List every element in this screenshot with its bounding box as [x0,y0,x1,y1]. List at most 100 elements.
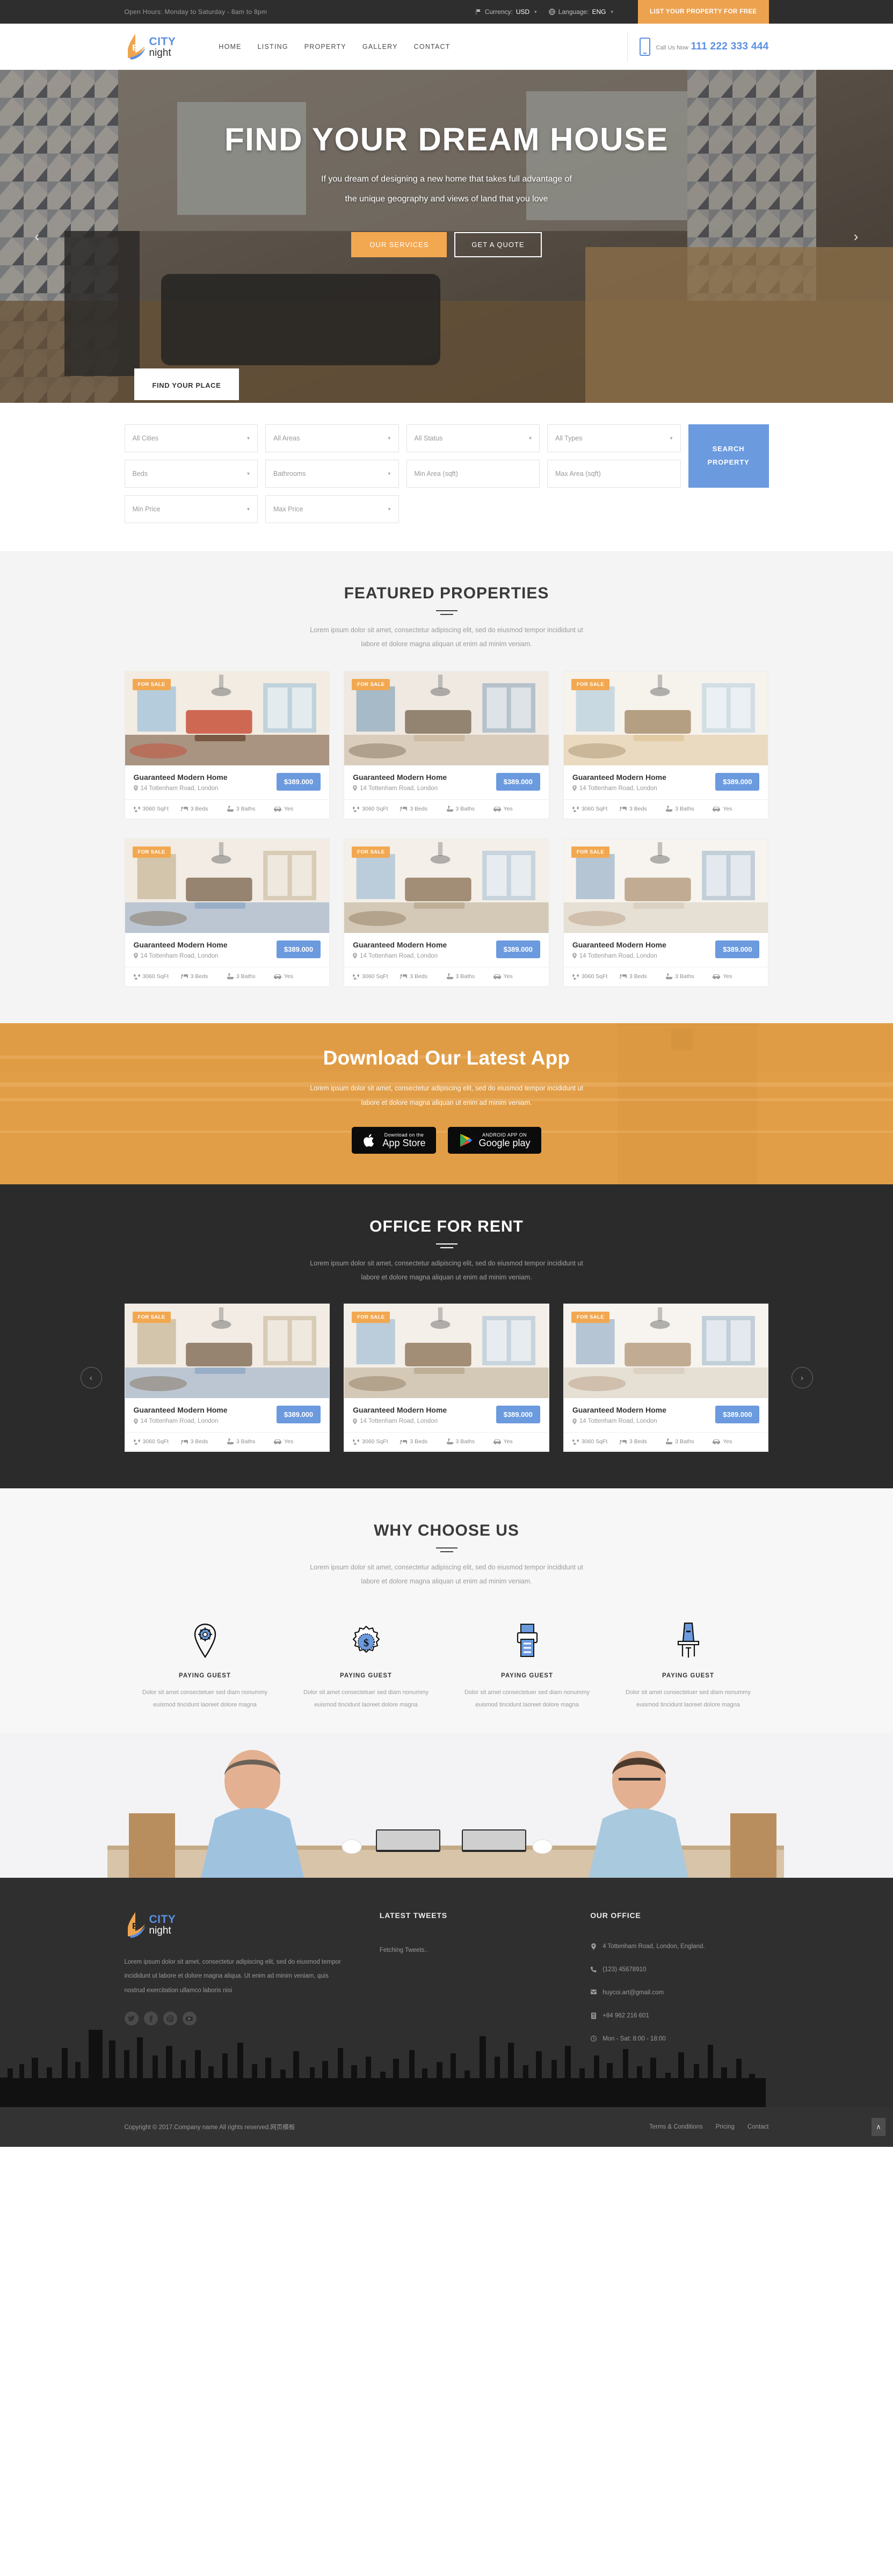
office-hours-text: Mon - Sat: 8:00 - 18:00 [602,2035,666,2042]
nav-item-property[interactable]: PROPERTY [304,43,346,50]
bath-icon [446,1438,453,1445]
location-icon [353,1418,358,1424]
property-area: 3060 SqFt [133,973,180,980]
for-sale-badge: FOR SALE [352,846,390,858]
search-field-all-cities[interactable]: All Cities ▾ [124,424,258,452]
why-features-grid: PAYING GUEST Dolor sit amet consectetuer… [125,1620,769,1711]
property-card[interactable]: FOR SALE Guaranteed Modern Home 14 Totte… [124,1304,330,1452]
property-meta: 3060 SqFt 3 Beds 3 Baths Yes [344,966,549,986]
chevron-down-icon: ▾ [246,435,250,442]
search-field-beds[interactable]: Beds ▾ [124,460,258,488]
search-panel: FIND YOUR PLACE All Cities ▾ All Areas ▾ A… [0,368,893,551]
search-field-all-areas[interactable]: All Areas ▾ [265,424,399,452]
property-meta: 3060 SqFt 3 Beds 3 Baths Yes [563,799,768,819]
area-icon [572,1438,579,1445]
title-divider [435,1243,458,1248]
property-card[interactable]: FOR SALE Guaranteed Modern Home 14 Totte… [344,1304,549,1452]
facebook-icon[interactable] [143,2011,158,2025]
property-card[interactable]: FOR SALE Guaranteed Modern Home 14 Totte… [124,838,330,987]
field-label: Max Area (sqft) [555,470,601,477]
property-card[interactable]: FOR SALE Guaranteed Modern Home 14 Totte… [344,670,549,819]
property-card[interactable]: FOR SALE Guaranteed Modern Home 14 Totte… [563,670,769,819]
search-field-min-area[interactable]: Min Area (sqft) [406,460,540,488]
logo-text-top: CITY [149,35,176,48]
field-label: Min Area (sqft) [414,470,458,477]
property-area: 3060 SqFt [572,1438,619,1445]
site-footer: CITY night Lorem ipsum dolor sit amet, c… [0,1877,893,2107]
office-next-arrow-icon[interactable]: › [791,1367,813,1388]
twitter-icon[interactable] [124,2011,139,2025]
search-field-bathrooms[interactable]: Bathrooms ▾ [265,460,399,488]
property-card[interactable]: FOR SALE Guaranteed Modern Home 14 Totte… [344,838,549,987]
property-card-image: FOR SALE [563,838,768,933]
property-meta: 3060 SqFt 3 Beds 3 Baths Yes [125,1432,330,1451]
get-a-quote-button[interactable]: GET A QUOTE [454,231,542,257]
footer-link-terms[interactable]: Terms & Conditions [649,2124,703,2130]
pinterest-icon[interactable] [163,2011,177,2025]
footer-link-contact[interactable]: Contact [747,2124,769,2130]
nav-item-gallery[interactable]: GALLERY [362,43,398,50]
call-us-block: Call Us Now 111 222 333 444 [627,32,768,62]
copyright-text: Copyright © 2017.Company name All rights… [124,2124,295,2131]
google-play-button[interactable]: ANDROID APP ON Google play [448,1126,541,1154]
scroll-to-top-button[interactable]: ∧ [872,2117,885,2136]
property-card[interactable]: FOR SALE Guaranteed Modern Home 14 Totte… [563,838,769,987]
featured-properties-section: FEATURED PROPERTIES Lorem ipsum dolor si… [0,551,893,1023]
hero-prev-arrow-icon[interactable]: ‹ [25,224,49,249]
search-button-line2: PROPERTY [707,458,750,466]
search-field-min-price[interactable]: Min Price ▾ [124,495,258,523]
feature-item-3: PAYING GUEST Dolor sit amet consectetuer… [447,1620,608,1711]
office-prev-arrow-icon[interactable]: ‹ [80,1367,102,1388]
call-us-number[interactable]: 111 222 333 444 [691,41,768,52]
find-your-place-tab[interactable]: FIND YOUR PLACE [134,368,239,400]
nav-item-home[interactable]: HOME [219,43,241,50]
language-selector[interactable]: Language: ENG ▾ [548,8,613,16]
field-label: Min Price [132,505,161,513]
app-subtitle-line2: labore et dolore magna aliquan ut enim a… [361,1099,532,1106]
footer-link-pricing[interactable]: Pricing [716,2124,735,2130]
main-navigation: HOME LISTING PROPERTY GALLERY CONTACT [219,43,450,50]
featured-subtitle: Lorem ipsum dolor sit amet, consectetur … [0,623,893,652]
property-card[interactable]: FOR SALE Guaranteed Modern Home 14 Totte… [124,670,330,819]
footer-logo[interactable]: CITY night [125,1911,347,1939]
bed-icon [400,974,408,979]
location-icon [572,953,577,959]
nav-item-contact[interactable]: CONTACT [414,43,451,50]
hero-next-arrow-icon[interactable]: › [844,224,868,249]
globe-icon [548,9,555,15]
field-label: All Cities [132,435,159,442]
search-property-button[interactable]: SEARCH PROPERTY [688,424,769,488]
search-field-all-types[interactable]: All Types ▾ [547,424,681,452]
site-logo[interactable]: CITY night [125,33,176,61]
app-subtitle-line1: Lorem ipsum dolor sit amet, consectetur … [310,1084,583,1092]
footer-links: Terms & Conditions Pricing Contact [649,2124,769,2130]
property-card-image: FOR SALE [563,1304,768,1398]
bath-icon [666,973,673,979]
nav-item-listing[interactable]: LISTING [258,43,288,50]
feature-item-1: PAYING GUEST Dolor sit amet consectetuer… [125,1620,286,1711]
office-subtitle: Lorem ipsum dolor sit amet, consectetur … [0,1256,893,1285]
search-field-max-area[interactable]: Max Area (sqft) [547,460,681,488]
search-fields-grid: All Cities ▾ All Areas ▾ All Status ▾ All T… [124,424,681,523]
footer-social-links [124,2011,347,2025]
property-baths: 3 Baths [227,805,274,812]
search-field-max-price[interactable]: Max Price ▾ [265,495,399,523]
featured-subtitle-line1: Lorem ipsum dolor sit amet, consectetur … [310,626,583,634]
chevron-down-icon: ▾ [246,471,250,477]
property-baths: 3 Baths [666,805,713,812]
area-icon [353,1438,360,1445]
property-card[interactable]: FOR SALE Guaranteed Modern Home 14 Totte… [563,1304,769,1452]
property-parking: Yes [274,1438,321,1445]
property-beds: 3 Beds [400,973,446,980]
currency-selector[interactable]: Currency: USD ▾ [475,8,537,16]
our-services-button[interactable]: OUR SERVICES [351,231,447,257]
list-property-button[interactable]: LIST YOUR PROPERTY FOR FREE [637,0,769,24]
latest-tweets-title: LATEST TWEETS [379,1911,447,1920]
search-field-all-status[interactable]: All Status ▾ [406,424,540,452]
footer-about-text: Lorem ipsum dolor sit amet, consectetur … [124,1958,341,1994]
hero-slider: FIND YOUR DREAM HOUSE If you dream of de… [0,70,893,403]
app-store-button[interactable]: Download on the App Store [352,1126,437,1154]
why-choose-us-section: WHY CHOOSE US Lorem ipsum dolor sit amet… [0,1488,893,1878]
house-logo-icon [127,34,146,60]
youtube-icon[interactable] [182,2011,197,2025]
